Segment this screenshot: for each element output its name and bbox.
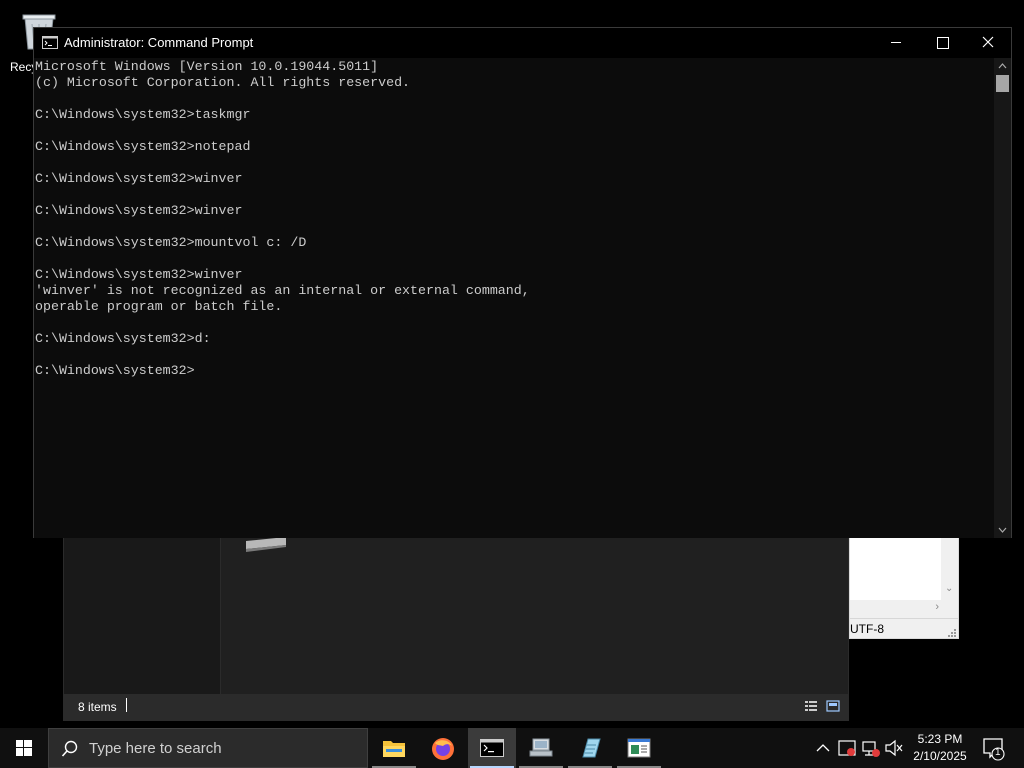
search-placeholder: Type here to search [89, 740, 222, 757]
close-icon [982, 36, 994, 48]
security-shield-icon[interactable] [837, 728, 857, 768]
notepad-text-area[interactable] [850, 538, 943, 600]
file-explorer-window: 8 items [63, 520, 849, 721]
taskbar-firefox[interactable] [419, 728, 467, 768]
notepad-window: ⌄ › UTF-8 [849, 537, 959, 639]
chevron-right-icon[interactable]: › [935, 601, 939, 613]
taskbar-network-app[interactable] [517, 728, 565, 768]
console-output[interactable]: Microsoft Windows [Version 10.0.19044.50… [34, 58, 996, 538]
firefox-icon [432, 738, 454, 760]
taskbar-file-explorer[interactable] [370, 728, 418, 768]
search-icon [61, 740, 78, 757]
network-icon[interactable] [861, 728, 881, 768]
notepad-status-bar: UTF-8 [850, 618, 958, 639]
notification-icon [983, 738, 1005, 761]
navigation-pane[interactable] [64, 521, 221, 696]
taskbar-command-prompt[interactable] [468, 728, 516, 768]
console-text: Microsoft Windows [Version 10.0.19044.50… [35, 59, 530, 378]
maximize-button[interactable] [919, 28, 965, 58]
notepad-horizontal-scrollbar[interactable]: › [850, 600, 943, 617]
notification-count: 1 [995, 747, 1001, 758]
window-app-icon [627, 738, 651, 758]
status-cursor [126, 698, 127, 712]
window-titlebar[interactable]: Administrator: Command Prompt [34, 28, 1011, 58]
scroll-up-icon[interactable] [994, 58, 1011, 74]
notepad-vertical-scrollbar[interactable]: ⌄ [941, 538, 958, 600]
command-prompt-window[interactable]: Administrator: Command Prompt Microsoft … [33, 27, 1012, 538]
item-count: 8 items [78, 700, 117, 714]
cmd-icon [42, 36, 58, 49]
search-box[interactable]: Type here to search [48, 728, 368, 768]
window-title: Administrator: Command Prompt [64, 35, 254, 50]
windows-logo-icon [16, 740, 32, 756]
desktop: Recy 8 items ⌄ › UTF-8 Administrator: Co… [0, 0, 1024, 728]
chevron-down-icon[interactable]: ⌄ [945, 583, 953, 594]
cmd-icon [480, 739, 504, 757]
console-scrollbar[interactable] [994, 58, 1011, 538]
notepad-icon [582, 738, 601, 758]
scroll-down-icon[interactable] [994, 522, 1011, 538]
file-explorer-icon [383, 741, 405, 757]
minimize-button[interactable] [873, 28, 919, 58]
taskbar-window-app[interactable] [615, 728, 663, 768]
clock-date: 2/10/2025 [913, 749, 967, 763]
resize-grip-icon[interactable] [948, 629, 956, 637]
large-icons-view-icon[interactable] [826, 699, 840, 713]
notification-center-button[interactable]: 1 [980, 728, 1024, 768]
start-button[interactable] [0, 728, 48, 768]
scroll-thumb[interactable] [996, 75, 1009, 92]
taskbar: Type here to search 5:23 PM 2/10/2025 1 [0, 728, 1024, 768]
clock[interactable]: 5:23 PM 2/10/2025 [902, 728, 978, 768]
taskbar-notepad[interactable] [566, 728, 614, 768]
encoding-label: UTF-8 [850, 622, 884, 636]
network-app-icon [529, 738, 553, 757]
explorer-content-area[interactable] [222, 521, 848, 696]
explorer-status-bar: 8 items [64, 694, 848, 720]
details-view-icon[interactable] [804, 699, 818, 713]
chevron-up-icon[interactable] [814, 728, 832, 768]
close-button[interactable] [965, 28, 1011, 58]
volume-muted-icon[interactable] [884, 728, 904, 768]
clock-time: 5:23 PM [917, 732, 963, 746]
